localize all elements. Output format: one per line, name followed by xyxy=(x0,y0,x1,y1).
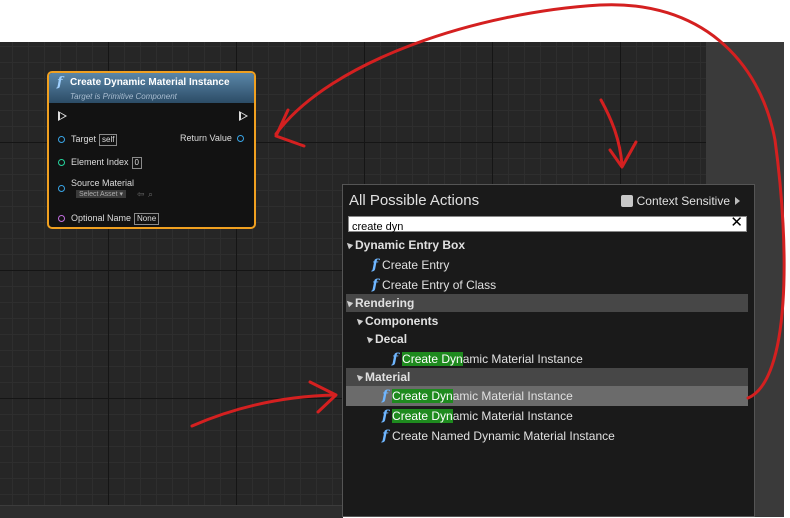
optional-name-value[interactable]: None xyxy=(134,213,160,225)
search-match-highlight: Create Dyn xyxy=(392,389,453,403)
category-material[interactable]: Material xyxy=(346,368,748,386)
function-icon: f xyxy=(372,257,379,273)
use-asset-arrow-icon[interactable]: ⇦ xyxy=(137,189,145,200)
return-value-label: Return Value xyxy=(180,133,232,143)
element-index-pin-icon[interactable] xyxy=(58,159,65,166)
expand-arrow-icon[interactable] xyxy=(735,197,740,205)
action-material-create-dynamic-material-instance[interactable]: f Create Dynamic Material Instance xyxy=(346,407,748,425)
node-subtitle: Target is Primitive Component xyxy=(70,92,177,101)
category-decal[interactable]: Decal xyxy=(346,330,748,348)
source-material-pin-icon[interactable] xyxy=(58,185,65,192)
context-sensitive-toggle[interactable]: Context Sensitive xyxy=(620,194,740,208)
return-value-pin-icon[interactable] xyxy=(237,135,244,142)
element-index-value[interactable]: 0 xyxy=(131,157,142,169)
node-header[interactable]: f Create Dynamic Material Instance Targe… xyxy=(49,73,254,103)
create-dynamic-material-instance-node[interactable]: f Create Dynamic Material Instance Targe… xyxy=(47,71,256,229)
action-decal-create-dynamic-material-instance[interactable]: f Create Dynamic Material Instance xyxy=(346,350,748,368)
close-icon[interactable]: ✕ xyxy=(730,215,743,231)
select-asset-dropdown[interactable]: Select Asset ▾ xyxy=(76,190,126,198)
menu-title: All Possible Actions xyxy=(349,192,480,209)
graph-bottom-bar xyxy=(0,505,343,518)
search-input[interactable] xyxy=(349,220,722,234)
target-pin-icon[interactable] xyxy=(58,136,65,143)
search-box[interactable]: ✕ xyxy=(348,215,747,234)
optional-name-label: Optional Name xyxy=(71,213,132,223)
function-icon: f xyxy=(382,428,389,444)
collapse-arrow-icon[interactable] xyxy=(364,334,374,344)
function-icon: f xyxy=(382,408,389,424)
function-icon: f xyxy=(392,351,399,367)
collapse-arrow-icon[interactable] xyxy=(354,372,364,382)
function-icon: f xyxy=(382,388,389,404)
function-icon: f xyxy=(372,277,379,293)
category-dynamic-entry-box[interactable]: Dynamic Entry Box xyxy=(344,236,748,254)
context-sensitive-label: Context Sensitive xyxy=(636,194,730,208)
context-sensitive-checkbox[interactable] xyxy=(620,195,633,207)
optional-name-pin-icon[interactable] xyxy=(58,215,65,222)
exec-out-pin[interactable] xyxy=(239,111,248,121)
collapse-arrow-icon[interactable] xyxy=(344,298,354,308)
browse-asset-icon[interactable]: ⌕ xyxy=(148,189,153,200)
node-title: Create Dynamic Material Instance xyxy=(70,77,230,88)
target-value[interactable]: self xyxy=(99,134,118,146)
category-rendering[interactable]: Rendering xyxy=(344,294,748,312)
source-material-label: Source Material xyxy=(71,178,135,188)
element-index-label: Element Index xyxy=(71,157,129,167)
action-create-entry-of-class[interactable]: f Create Entry of Class xyxy=(346,276,748,294)
action-material-create-dynamic-material-instance-selected[interactable]: f Create Dynamic Material Instance xyxy=(346,386,748,406)
all-possible-actions-menu[interactable]: All Possible Actions Context Sensitive ✕… xyxy=(342,184,755,517)
action-create-entry[interactable]: f Create Entry xyxy=(346,256,748,274)
action-create-named-dynamic-material-instance[interactable]: f Create Named Dynamic Material Instance xyxy=(346,427,748,445)
search-match-highlight: Create Dyn xyxy=(402,352,463,366)
function-icon: f xyxy=(57,75,63,90)
exec-in-pin[interactable] xyxy=(58,111,67,121)
collapse-arrow-icon[interactable] xyxy=(344,240,354,250)
target-label: Target xyxy=(71,134,97,144)
collapse-arrow-icon[interactable] xyxy=(354,316,364,326)
category-components[interactable]: Components xyxy=(346,312,748,330)
search-match-highlight: Create Dyn xyxy=(392,409,453,423)
